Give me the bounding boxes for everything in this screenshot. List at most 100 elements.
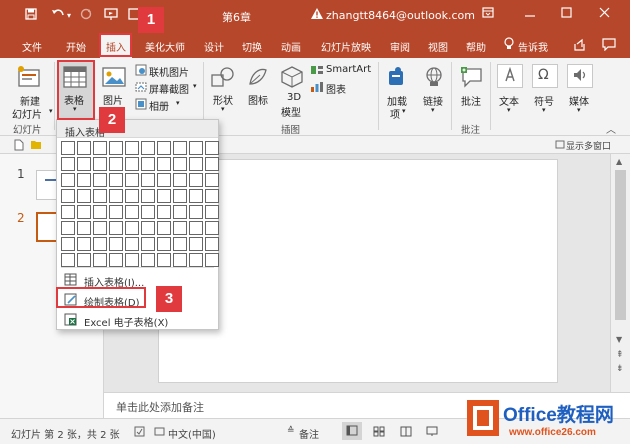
table-grid-cell[interactable]: [93, 253, 107, 267]
comment-icon[interactable]: [460, 66, 484, 91]
table-grid-cell[interactable]: [189, 237, 203, 251]
3d-model-label-2[interactable]: 模型: [281, 104, 301, 119]
comments-icon[interactable]: [602, 38, 616, 54]
collapse-ribbon-icon[interactable]: ︿: [606, 121, 616, 136]
table-grid-cell[interactable]: [77, 253, 91, 267]
chart-label[interactable]: 图表: [326, 81, 346, 96]
table-grid-cell[interactable]: [109, 157, 123, 171]
table-grid-cell[interactable]: [77, 221, 91, 235]
table-grid-cell[interactable]: [141, 173, 155, 187]
table-size-grid[interactable]: [61, 141, 219, 267]
table-grid-cell[interactable]: [93, 221, 107, 235]
share-icon[interactable]: [573, 38, 586, 54]
table-grid-cell[interactable]: [61, 205, 75, 219]
vertical-scrollbar[interactable]: ▲ ▼ ⇞ ⇟: [610, 154, 630, 392]
new-file-icon[interactable]: [14, 139, 24, 154]
table-grid-cell[interactable]: [109, 205, 123, 219]
table-grid-cell[interactable]: [109, 189, 123, 203]
table-grid-cell[interactable]: [173, 157, 187, 171]
smartart-label[interactable]: SmartArt: [326, 64, 371, 75]
close-icon[interactable]: [599, 7, 610, 22]
table-grid-cell[interactable]: [77, 189, 91, 203]
image-icon[interactable]: [102, 66, 126, 91]
tab-home[interactable]: 开始: [66, 39, 86, 54]
tab-slideshow[interactable]: 幻灯片放映: [321, 39, 371, 54]
addins-label-2[interactable]: 项: [390, 106, 400, 121]
reading-view-icon[interactable]: [400, 426, 412, 440]
table-grid-cell[interactable]: [205, 221, 219, 235]
folder-icon[interactable]: [30, 139, 42, 153]
table-grid-cell[interactable]: [61, 189, 75, 203]
table-grid-cell[interactable]: [61, 141, 75, 155]
table-grid-cell[interactable]: [173, 173, 187, 187]
present-icon[interactable]: [104, 8, 118, 24]
tab-transitions[interactable]: 切换: [242, 39, 262, 54]
table-grid-cell[interactable]: [109, 237, 123, 251]
table-grid-cell[interactable]: [93, 237, 107, 251]
table-grid-cell[interactable]: [93, 189, 107, 203]
table-grid-cell[interactable]: [141, 189, 155, 203]
table-grid-cell[interactable]: [189, 157, 203, 171]
prev-slide-icon[interactable]: ⇞: [616, 350, 624, 360]
table-grid-cell[interactable]: [205, 141, 219, 155]
undo-icon[interactable]: [51, 8, 65, 24]
tab-review[interactable]: 审阅: [390, 39, 410, 54]
table-grid-cell[interactable]: [205, 253, 219, 267]
table-grid-cell[interactable]: [189, 253, 203, 267]
table-grid-cell[interactable]: [157, 157, 171, 171]
account-email[interactable]: zhangtt8464@outlook.com: [326, 9, 475, 22]
table-grid-cell[interactable]: [173, 237, 187, 251]
table-grid-cell[interactable]: [173, 189, 187, 203]
ribbon-display-options-icon[interactable]: [482, 7, 494, 22]
addins-icon[interactable]: [386, 66, 408, 91]
shapes-icon[interactable]: [211, 66, 235, 91]
menu-item-excel-table[interactable]: Excel 电子表格(X): [59, 310, 216, 330]
notes-toggle[interactable]: 备注: [299, 426, 319, 441]
table-grid-cell[interactable]: [157, 237, 171, 251]
table-grid-cell[interactable]: [189, 173, 203, 187]
table-grid-cell[interactable]: [93, 141, 107, 155]
table-grid-cell[interactable]: [205, 189, 219, 203]
chevron-down-icon[interactable]: ▾: [542, 106, 546, 114]
table-grid-cell[interactable]: [125, 205, 139, 219]
notes-placeholder[interactable]: 单击此处添加备注: [116, 399, 204, 415]
table-grid-cell[interactable]: [125, 141, 139, 155]
table-grid-cell[interactable]: [157, 141, 171, 155]
warning-icon[interactable]: [310, 7, 324, 24]
album-icon[interactable]: [135, 98, 147, 113]
online-image-icon[interactable]: [135, 64, 147, 79]
tab-view[interactable]: 视图: [428, 39, 448, 54]
comment-label[interactable]: 批注: [461, 93, 481, 108]
icons-label[interactable]: 图标: [248, 92, 268, 107]
table-grid-cell[interactable]: [205, 157, 219, 171]
save-icon[interactable]: [25, 8, 37, 24]
table-grid-cell[interactable]: [173, 141, 187, 155]
3d-model-label[interactable]: 3D: [287, 92, 301, 103]
scroll-up-icon[interactable]: ▲: [616, 157, 622, 166]
table-grid-cell[interactable]: [141, 141, 155, 155]
tab-beautify[interactable]: 美化大师: [145, 39, 185, 54]
scroll-down-icon[interactable]: ▼: [616, 335, 622, 344]
table-grid-cell[interactable]: [173, 253, 187, 267]
table-grid-cell[interactable]: [141, 253, 155, 267]
maximize-icon[interactable]: [561, 7, 572, 22]
chevron-down-icon[interactable]: ▾: [431, 106, 435, 114]
table-grid-cell[interactable]: [141, 237, 155, 251]
table-grid-cell[interactable]: [93, 157, 107, 171]
table-grid-cell[interactable]: [141, 205, 155, 219]
table-grid-cell[interactable]: [77, 141, 91, 155]
table-grid-cell[interactable]: [77, 173, 91, 187]
omega-icon[interactable]: Ω: [538, 67, 549, 83]
table-grid-cell[interactable]: [125, 173, 139, 187]
album-label[interactable]: 相册: [149, 98, 169, 113]
table-grid-cell[interactable]: [157, 221, 171, 235]
speaker-icon[interactable]: [573, 68, 589, 85]
table-grid-cell[interactable]: [141, 157, 155, 171]
table-grid-cell[interactable]: [189, 221, 203, 235]
scroll-thumb[interactable]: [615, 170, 626, 320]
table-grid-cell[interactable]: [125, 157, 139, 171]
undo-dropdown-icon[interactable]: ▾: [67, 11, 71, 20]
chevron-down-icon[interactable]: ▾: [402, 107, 406, 115]
table-grid-cell[interactable]: [61, 221, 75, 235]
tell-me-search[interactable]: 告诉我: [518, 39, 548, 54]
